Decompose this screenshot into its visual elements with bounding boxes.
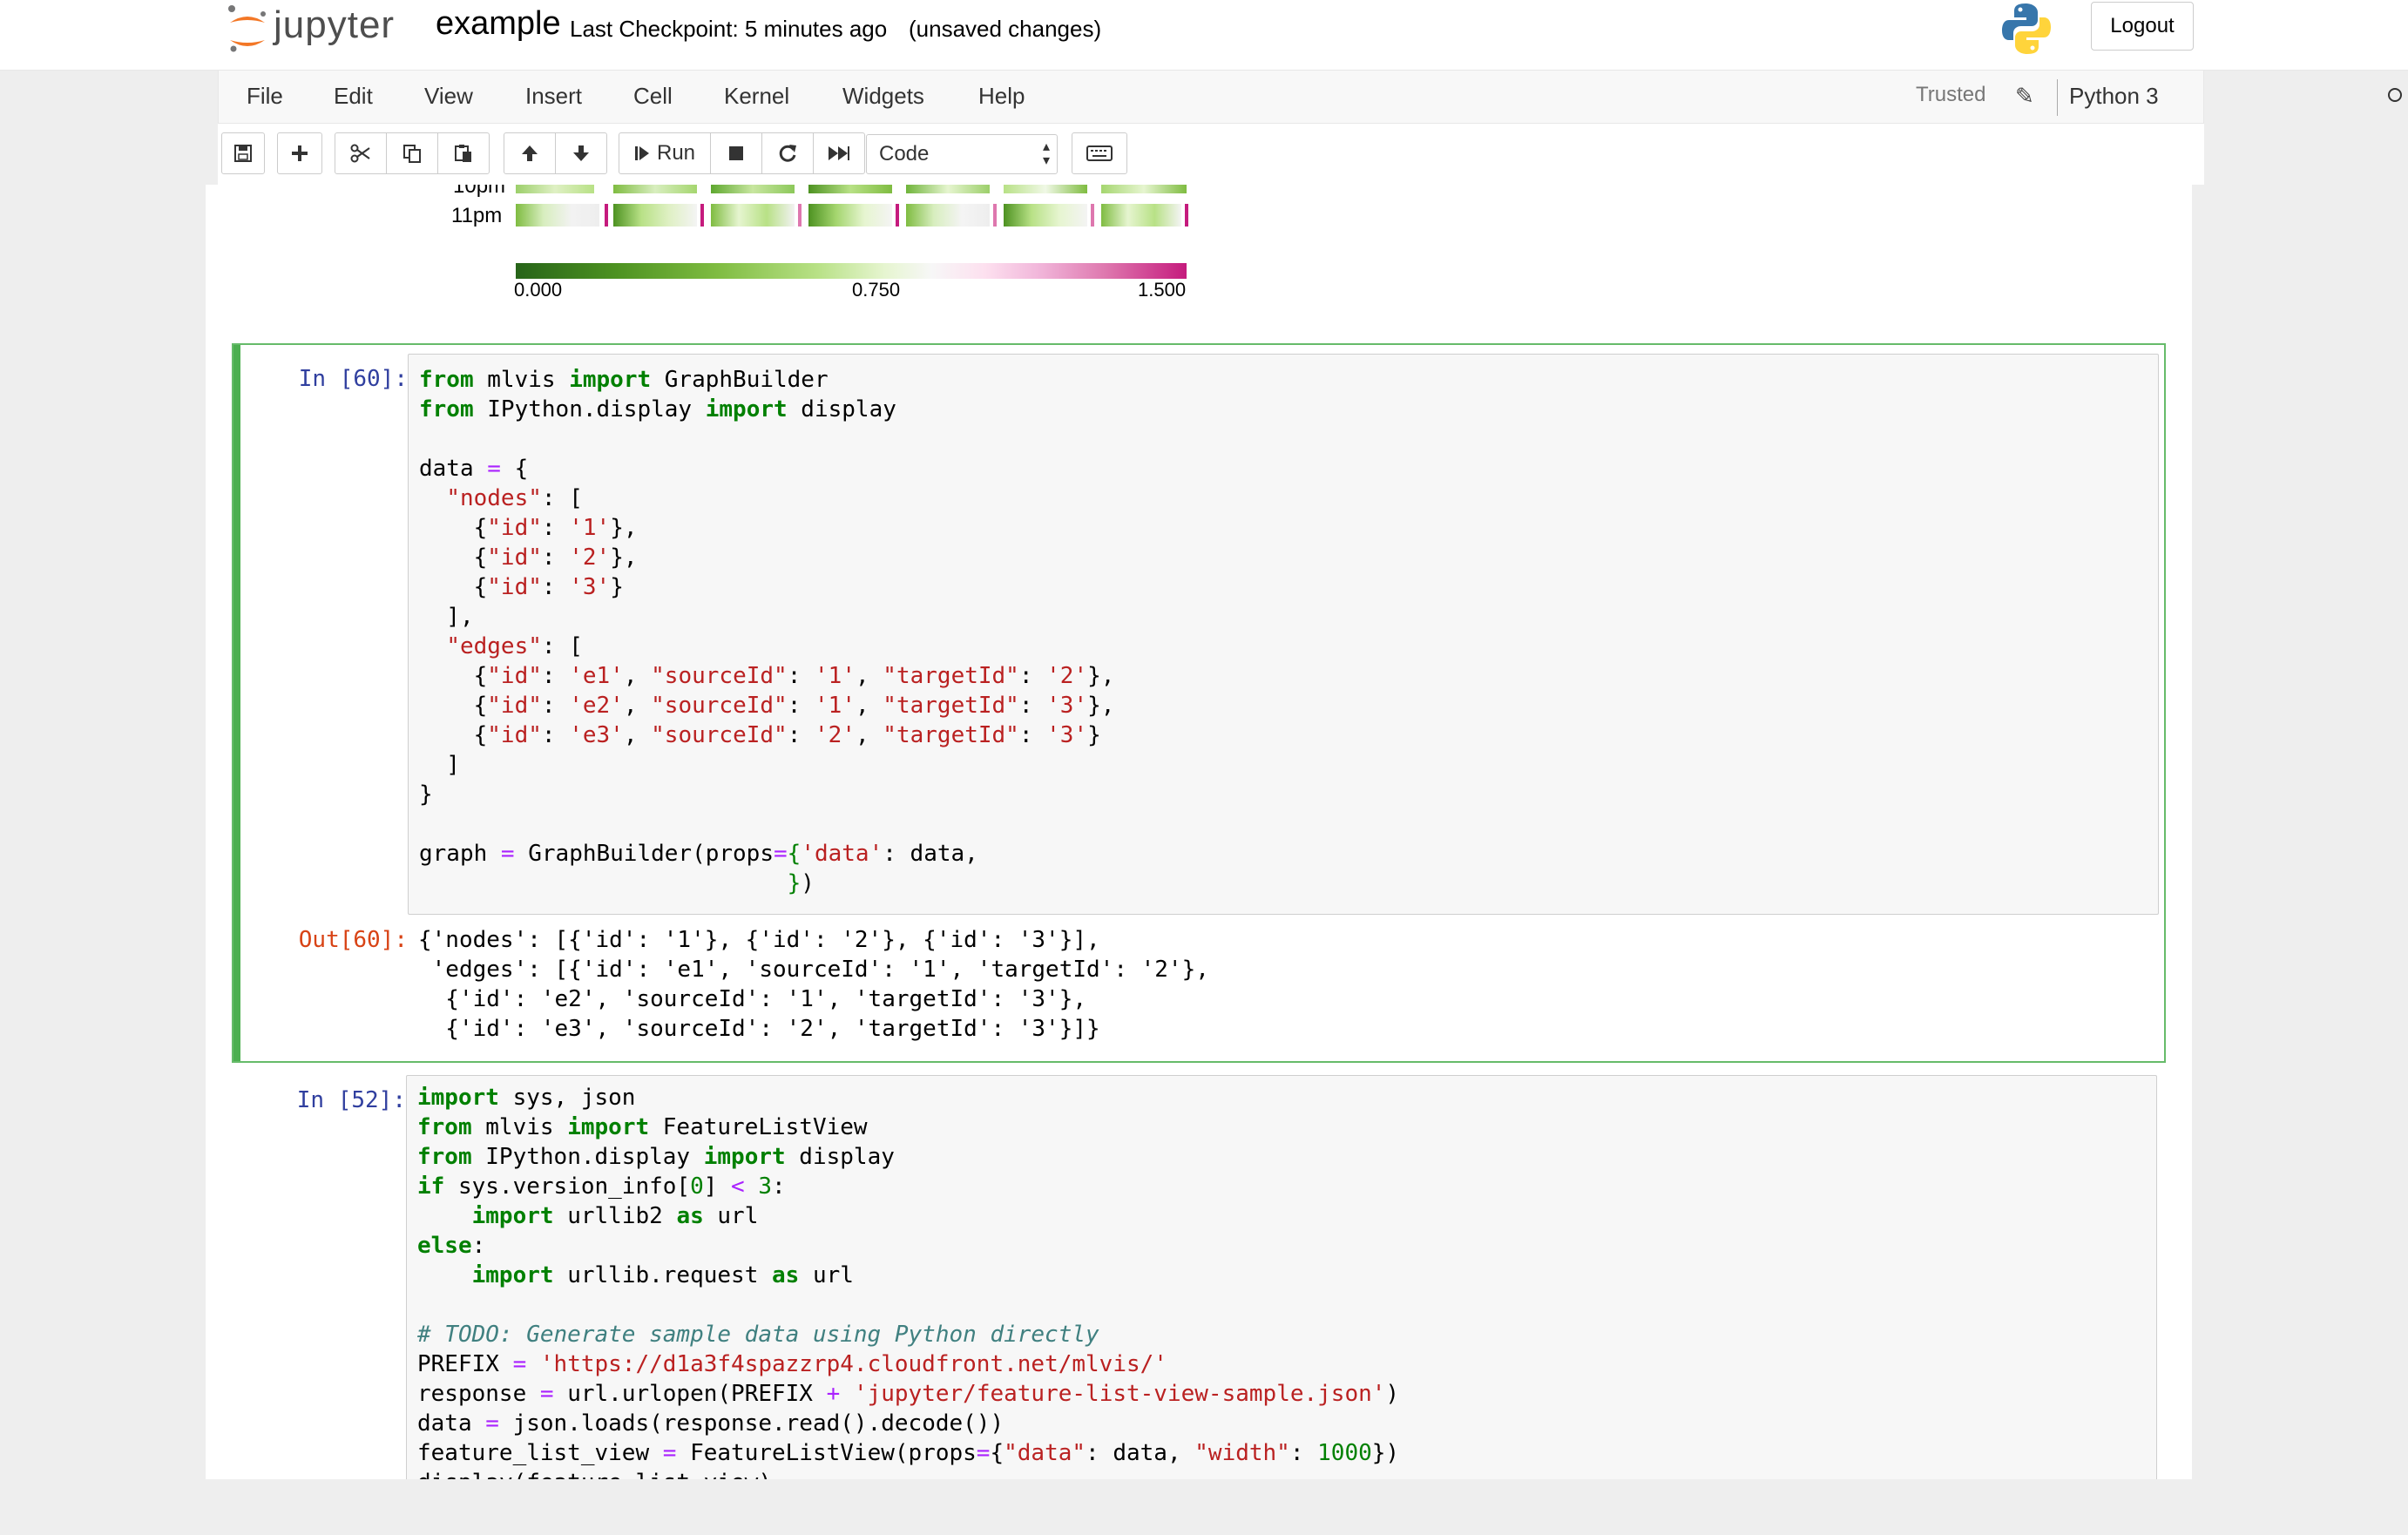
heatmap-cell <box>613 185 697 193</box>
heatmap-cell <box>700 204 704 227</box>
header: jupyter example Last Checkpoint: 5 minut… <box>0 0 2408 71</box>
output-line: 'edges': [{'id': 'e1', 'sourceId': '1', … <box>418 957 1209 983</box>
menu-widgets[interactable]: Widgets <box>842 83 924 110</box>
menu-file[interactable]: File <box>247 83 283 110</box>
heatmap-cell <box>993 204 997 227</box>
run-label: Run <box>656 141 696 165</box>
heatmap-cell <box>1004 185 1087 193</box>
menu-insert[interactable]: Insert <box>525 83 582 110</box>
heatmap-cell <box>808 185 892 193</box>
out-prompt: Out[60]: <box>298 927 408 953</box>
cell-type-select[interactable]: Code ▴ ▾ <box>866 134 1058 174</box>
heatmap-cell <box>906 204 990 227</box>
output-line: {'id': 'e3', 'sourceId': '2', 'targetId'… <box>418 1016 1100 1042</box>
code-content[interactable]: from mlvis import GraphBuilder from IPyt… <box>419 365 1114 898</box>
jupyter-logo-icon <box>228 5 266 52</box>
heatmap-cell <box>1091 204 1094 227</box>
plus-icon <box>292 145 308 161</box>
colorbar-tick-max: 1.500 <box>1138 279 1187 301</box>
stop-icon <box>729 146 743 160</box>
insert-cell-button[interactable] <box>277 132 322 174</box>
heatmap-cell <box>516 204 599 227</box>
cell-selection-bar <box>233 345 240 1061</box>
checkpoint-status: Last Checkpoint: 5 minutes ago <box>570 16 888 42</box>
heatmap-cell <box>798 204 802 227</box>
code-cell-selected[interactable]: In [60]: from mlvis import GraphBuilder … <box>232 343 2166 1063</box>
copy-icon <box>403 145 421 163</box>
keyboard-icon <box>1086 145 1113 161</box>
notebook-name[interactable]: example <box>436 5 561 43</box>
heatmap-row-label: 10pm <box>453 185 506 198</box>
copy-button[interactable] <box>386 132 438 174</box>
save-button[interactable] <box>221 132 265 174</box>
menu-view[interactable]: View <box>424 83 473 110</box>
heatmap-row-label: 11pm <box>451 204 503 227</box>
heatmap-cell <box>711 204 795 227</box>
code-editor[interactable]: import sys, json from mlvis import Featu… <box>406 1075 2157 1479</box>
restart-icon <box>779 145 796 162</box>
command-palette-button[interactable] <box>1072 132 1127 174</box>
kernel-idle-icon <box>2388 88 2402 102</box>
kernel-separator <box>2057 79 2058 116</box>
interrupt-button[interactable] <box>710 132 762 174</box>
heatmap-cell <box>896 204 899 227</box>
heatmap-cell <box>1101 185 1187 193</box>
heatmap-cell <box>808 204 892 227</box>
heatmap-cell <box>613 204 697 227</box>
heatmap-cell <box>1004 204 1087 227</box>
arrow-up-icon <box>522 145 538 161</box>
toolbar: Run Code ▴ ▾ <box>218 124 2204 185</box>
logout-button[interactable]: Logout <box>2091 2 2194 51</box>
heatmap-cell <box>1185 204 1188 227</box>
output-line: {'id': 'e2', 'sourceId': '1', 'targetId'… <box>418 986 1087 1012</box>
colorbar-tick-mid: 0.750 <box>852 279 901 301</box>
heatmap-cell <box>605 204 608 227</box>
menu-cell[interactable]: Cell <box>633 83 673 110</box>
unsaved-indicator: (unsaved changes) <box>909 16 1102 42</box>
scissors-icon <box>350 144 370 163</box>
notebook-container[interactable]: 10pm 11pm 0.000 0.750 1.500 In [60]: fro… <box>206 185 2192 1479</box>
heatmap-colorbar <box>516 263 1187 279</box>
paste-icon <box>455 145 471 162</box>
code-cell[interactable]: In [52]: import sys, json from mlvis imp… <box>232 1072 2166 1479</box>
cell-output: {'nodes': [{'id': '1'}, {'id': '2'}, {'i… <box>418 925 1209 1044</box>
select-caret-icon: ▴ ▾ <box>1042 139 1050 168</box>
code-content[interactable]: import sys, json from mlvis import Featu… <box>417 1083 1399 1479</box>
cell-type-value: Code <box>879 142 930 166</box>
colorbar-tick-min: 0.000 <box>514 279 563 301</box>
menu-help[interactable]: Help <box>978 83 1025 110</box>
menu-kernel[interactable]: Kernel <box>724 83 789 110</box>
in-prompt: In [60]: <box>298 366 408 392</box>
fast-forward-icon <box>829 146 849 160</box>
code-editor[interactable]: from mlvis import GraphBuilder from IPyt… <box>408 354 2159 915</box>
kernel-name[interactable]: Python 3 <box>2069 83 2159 110</box>
menubar: File Edit View Insert Cell Kernel Widget… <box>218 70 2402 124</box>
cut-button[interactable] <box>335 132 387 174</box>
pencil-icon[interactable]: ✎ <box>2015 83 2034 110</box>
in-prompt: In [52]: <box>296 1087 406 1113</box>
heatmap-cell <box>906 185 990 193</box>
python-logo-icon <box>2000 2 2053 60</box>
move-up-button[interactable] <box>504 132 556 174</box>
run-button[interactable]: Run <box>619 132 711 174</box>
jupyter-logo[interactable]: jupyter <box>223 2 394 56</box>
move-down-button[interactable] <box>555 132 607 174</box>
save-icon <box>234 145 252 162</box>
menu-edit[interactable]: Edit <box>334 83 373 110</box>
trusted-indicator[interactable]: Trusted <box>1916 83 2003 112</box>
heatmap-cell <box>1101 204 1181 227</box>
paste-button[interactable] <box>437 132 490 174</box>
logo-text: jupyter <box>274 3 396 46</box>
heatmap-cell <box>516 185 594 193</box>
heatmap-cell <box>711 185 795 193</box>
arrow-down-icon <box>573 145 589 161</box>
step-forward-icon <box>634 146 649 160</box>
output-line: {'nodes': [{'id': '1'}, {'id': '2'}, {'i… <box>418 927 1100 953</box>
restart-run-all-button[interactable] <box>813 132 865 174</box>
restart-button[interactable] <box>761 132 814 174</box>
